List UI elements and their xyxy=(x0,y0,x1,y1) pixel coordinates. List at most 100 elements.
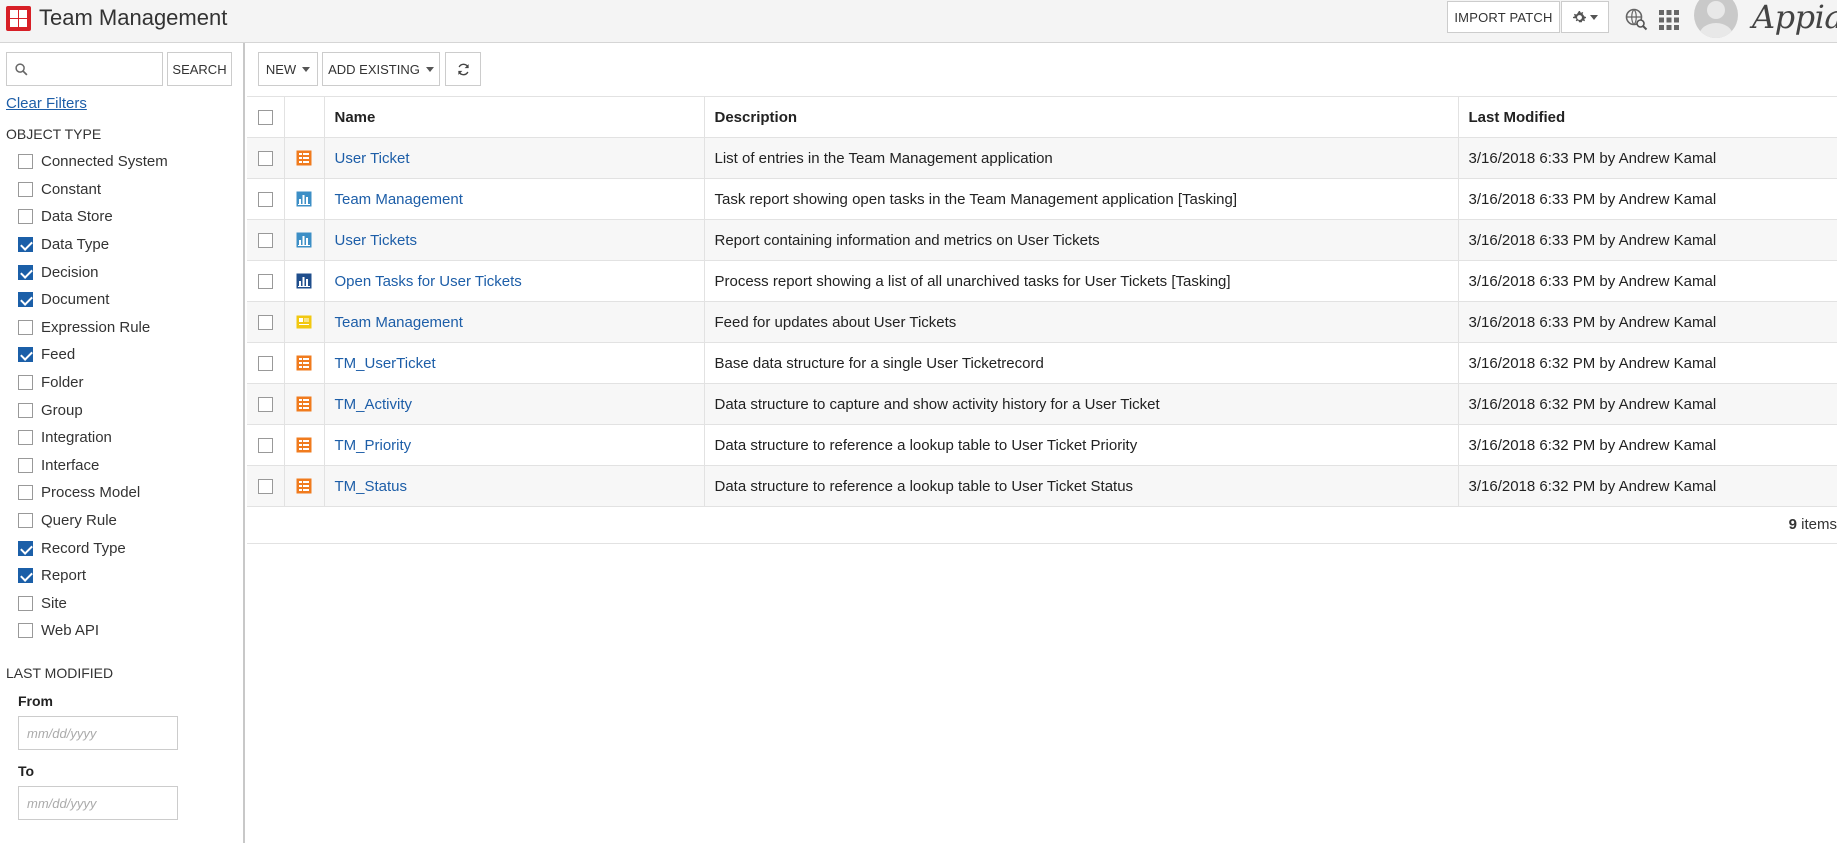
row-checkbox[interactable] xyxy=(257,191,273,207)
row-checkbox[interactable] xyxy=(257,150,273,166)
filter-checkbox[interactable] xyxy=(18,595,33,611)
search-input[interactable] xyxy=(35,55,159,83)
from-date-input[interactable] xyxy=(18,716,178,750)
row-select-cell xyxy=(247,342,285,384)
filter-checkbox[interactable] xyxy=(18,485,33,501)
filter-item-query-rule[interactable]: Query Rule xyxy=(18,507,168,535)
column-header-description[interactable]: Description xyxy=(704,96,1459,138)
icon-column-header xyxy=(284,96,325,138)
table-row[interactable]: TM_Activity Data structure to capture and… xyxy=(247,383,1837,425)
refresh-button[interactable] xyxy=(445,52,481,86)
filter-item-feed[interactable]: Feed xyxy=(18,341,168,369)
search-field[interactable] xyxy=(6,52,163,86)
name-cell: Open Tasks for User Tickets xyxy=(324,260,705,302)
filter-label: Data Store xyxy=(41,208,113,226)
object-name-link[interactable]: User Tickets xyxy=(335,232,418,249)
record-type-icon xyxy=(284,137,325,179)
object-name-link[interactable]: User Ticket xyxy=(335,150,410,167)
filter-item-data-store[interactable]: Data Store xyxy=(18,203,168,231)
filter-label: Process Model xyxy=(41,484,141,502)
description-cell: Process report showing a list of all una… xyxy=(704,260,1459,302)
clear-filters-link[interactable]: Clear Filters xyxy=(6,95,87,112)
filter-checkbox[interactable] xyxy=(18,181,33,197)
new-button[interactable]: NEW xyxy=(258,52,318,86)
filter-item-document[interactable]: Document xyxy=(18,286,168,314)
to-label: To xyxy=(18,763,35,779)
app-logo-icon[interactable] xyxy=(6,6,31,31)
filter-checkbox[interactable] xyxy=(18,513,33,529)
last-modified-cell: 3/16/2018 6:32 PM by Andrew Kamal xyxy=(1458,424,1837,466)
filter-item-web-api[interactable]: Web API xyxy=(18,617,168,645)
filter-checkbox[interactable] xyxy=(18,154,33,170)
chevron-down-icon xyxy=(1589,14,1598,20)
column-header-name[interactable]: Name xyxy=(324,96,705,138)
data-type-icon xyxy=(284,424,325,466)
item-count-suffix: items xyxy=(1801,516,1837,533)
row-checkbox[interactable] xyxy=(257,437,273,453)
filter-checkbox[interactable] xyxy=(18,375,33,391)
filter-checkbox[interactable] xyxy=(18,237,33,253)
filter-item-record-type[interactable]: Record Type xyxy=(18,534,168,562)
filter-checkbox[interactable] xyxy=(18,209,33,225)
table-row[interactable]: Team Management Feed for updates about Us… xyxy=(247,301,1837,343)
filter-item-group[interactable]: Group xyxy=(18,396,168,424)
description-cell: Report containing information and metric… xyxy=(704,219,1459,261)
filter-checkbox[interactable] xyxy=(18,402,33,418)
table-row[interactable]: TM_Priority Data structure to reference a… xyxy=(247,424,1837,466)
row-select-cell xyxy=(247,178,285,220)
object-name-link[interactable]: Team Management xyxy=(335,314,463,331)
object-name-link[interactable]: TM_Status xyxy=(335,478,408,495)
table-footer: 9 items xyxy=(247,506,1837,544)
filter-item-site[interactable]: Site xyxy=(18,590,168,618)
user-avatar[interactable] xyxy=(1694,0,1738,38)
filter-label: Decision xyxy=(41,263,99,281)
import-patch-button[interactable]: IMPORT PATCH xyxy=(1447,1,1560,33)
to-date-input[interactable] xyxy=(18,786,178,820)
filter-checkbox[interactable] xyxy=(18,568,33,584)
object-name-link[interactable]: Team Management xyxy=(335,191,463,208)
search-button[interactable]: SEARCH xyxy=(167,52,232,86)
row-checkbox[interactable] xyxy=(257,232,273,248)
app-launcher-icon[interactable] xyxy=(1658,9,1680,31)
table-row[interactable]: TM_UserTicket Base data structure for a s… xyxy=(247,342,1837,384)
column-header-last-modified[interactable]: Last Modified xyxy=(1458,96,1837,138)
filter-checkbox[interactable] xyxy=(18,623,33,639)
row-checkbox[interactable] xyxy=(257,478,273,494)
row-checkbox[interactable] xyxy=(257,314,273,330)
filter-checkbox[interactable] xyxy=(18,319,33,335)
filter-checkbox[interactable] xyxy=(18,540,33,556)
object-name-link[interactable]: TM_Priority xyxy=(335,437,412,454)
select-all-checkbox[interactable] xyxy=(257,109,273,125)
settings-menu-button[interactable] xyxy=(1561,1,1609,33)
filter-item-data-type[interactable]: Data Type xyxy=(18,231,168,259)
add-existing-button[interactable]: ADD EXISTING xyxy=(322,52,440,86)
object-type-heading: OBJECT TYPE xyxy=(6,126,102,142)
filter-item-expression-rule[interactable]: Expression Rule xyxy=(18,314,168,342)
filter-checkbox[interactable] xyxy=(18,264,33,280)
object-name-link[interactable]: Open Tasks for User Tickets xyxy=(335,273,522,290)
filter-checkbox[interactable] xyxy=(18,347,33,363)
table-row[interactable]: Open Tasks for User Tickets Process repor… xyxy=(247,260,1837,302)
filter-item-process-model[interactable]: Process Model xyxy=(18,479,168,507)
filter-item-integration[interactable]: Integration xyxy=(18,424,168,452)
filter-checkbox[interactable] xyxy=(18,292,33,308)
filter-checkbox[interactable] xyxy=(18,430,33,446)
table-row[interactable]: User Ticket List of entries in the Team M… xyxy=(247,137,1837,179)
filter-label: Web API xyxy=(41,622,100,640)
filter-item-folder[interactable]: Folder xyxy=(18,369,168,397)
filter-item-decision[interactable]: Decision xyxy=(18,258,168,286)
object-name-link[interactable]: TM_UserTicket xyxy=(335,355,436,372)
table-row[interactable]: User Tickets Report containing informatio… xyxy=(247,219,1837,261)
filter-checkbox[interactable] xyxy=(18,457,33,473)
row-checkbox[interactable] xyxy=(257,273,273,289)
filter-item-connected-system[interactable]: Connected System xyxy=(18,148,168,176)
filter-item-report[interactable]: Report xyxy=(18,562,168,590)
table-row[interactable]: TM_Status Data structure to reference a l… xyxy=(247,465,1837,507)
row-checkbox[interactable] xyxy=(257,355,273,371)
object-name-link[interactable]: TM_Activity xyxy=(335,396,413,413)
filter-item-interface[interactable]: Interface xyxy=(18,452,168,480)
row-checkbox[interactable] xyxy=(257,396,273,412)
globe-search-icon[interactable] xyxy=(1624,7,1648,31)
filter-item-constant[interactable]: Constant xyxy=(18,176,168,204)
table-row[interactable]: Team Management Task report showing open … xyxy=(247,178,1837,220)
